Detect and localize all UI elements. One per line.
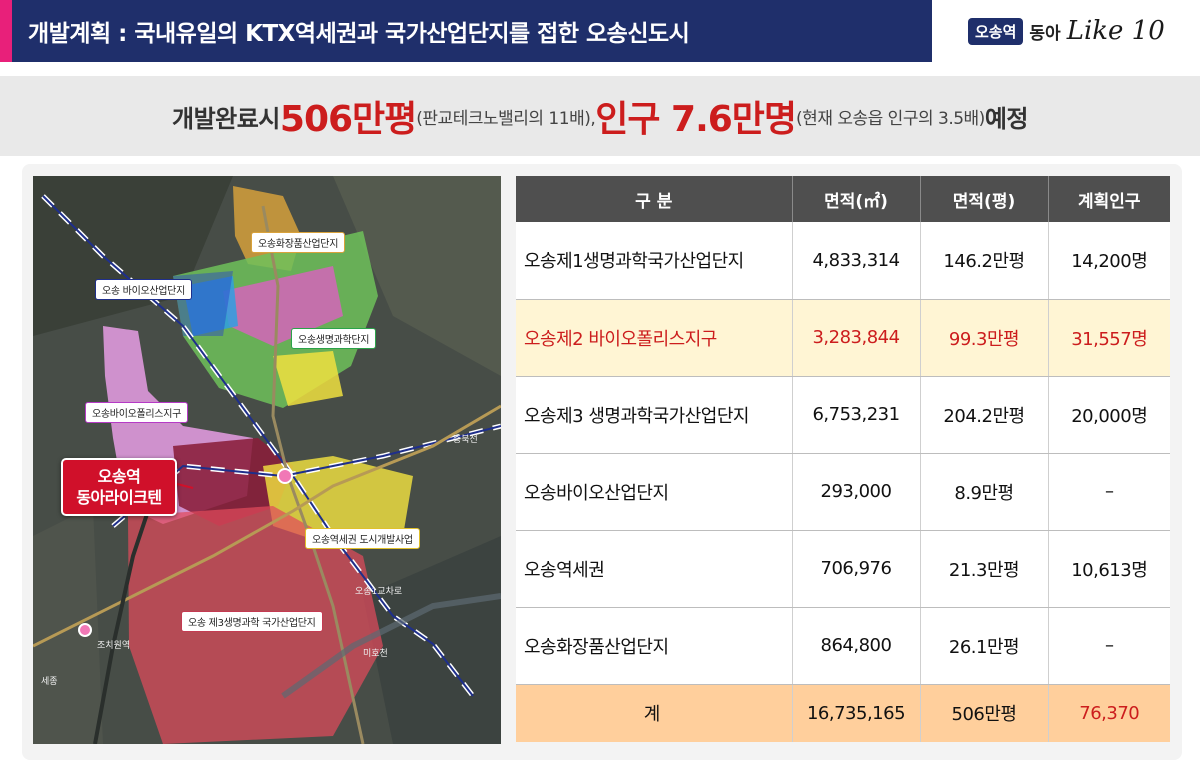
summary-prefix: 개발완료시 — [171, 104, 280, 133]
site-callout: 오송역 동아라이크텐 — [61, 458, 177, 516]
map-label-biopolis: 오송바이오폴리스지구 — [85, 402, 189, 423]
row-area-pyeong: 21.3만평 — [920, 530, 1049, 608]
summary-suffix: 예정 — [984, 104, 1029, 133]
row-name: 오송바이오산업단지 — [516, 453, 793, 531]
summary-pop-value: 인구 7.6만명 — [595, 99, 797, 140]
development-table: 구 분 면적(㎡) 면적(평) 계획인구 오송제1생명과학국가산업단지 4,83… — [516, 176, 1170, 742]
total-area-pyeong: 506만평 — [920, 684, 1049, 742]
row-name: 오송제3 생명과학국가산업단지 — [516, 376, 793, 454]
table-row: 오송제1생명과학국가산업단지 4,833,314 146.2만평 14,200명 — [516, 222, 1170, 300]
row-area-sqm: 706,976 — [792, 530, 921, 608]
header-bar: 개발계획 : 국내유일의 KTX역세권과 국가산업단지를 접한 오송신도시 — [0, 0, 932, 62]
map-label-cosmetic-complex: 오송화장품산업단지 — [251, 232, 346, 253]
map-place-chungbuk-line: 충북선 — [453, 435, 478, 445]
summary-area-note: (판교테크노밸리의 11배), — [416, 108, 596, 129]
map-label-third-complex: 오송 제3생명과학 국가산업단지 — [181, 611, 323, 632]
col-header-population: 계획인구 — [1048, 176, 1170, 222]
row-population: – — [1048, 453, 1170, 531]
row-area-sqm: 864,800 — [792, 607, 921, 685]
row-area-pyeong: 146.2만평 — [920, 222, 1049, 300]
map-label-station-area: 오송역세권 도시개발사업 — [305, 528, 420, 549]
row-name: 오송화장품산업단지 — [516, 607, 793, 685]
row-area-pyeong: 8.9만평 — [920, 453, 1049, 531]
col-header-category: 구 분 — [516, 176, 793, 222]
table-row-highlighted: 오송제2 바이오폴리스지구 3,283,844 99.3만평 31,557명 — [516, 299, 1170, 377]
map-place-jochiwon-station: 조치원역 — [97, 641, 131, 651]
row-population: 10,613명 — [1048, 530, 1170, 608]
page-title: 개발계획 : 국내유일의 KTX역세권과 국가산업단지를 접한 오송신도시 — [28, 21, 690, 47]
map-place-osong-intersection: 오송1교차로 — [355, 587, 403, 597]
header-accent — [0, 0, 12, 62]
row-name: 오송역세권 — [516, 530, 793, 608]
callout-line2: 동아라이크텐 — [76, 488, 162, 507]
row-population: 14,200명 — [1048, 222, 1170, 300]
brand-name: 동아 — [1029, 23, 1061, 44]
summary-area-value: 506만평 — [279, 99, 417, 140]
map-place-mihocheon: 미호천 — [363, 649, 388, 659]
col-header-area-sqm: 면적(㎡) — [792, 176, 921, 222]
table-row: 오송역세권 706,976 21.3만평 10,613명 — [516, 530, 1170, 608]
table-row: 오송바이오산업단지 293,000 8.9만평 – — [516, 453, 1170, 531]
total-label: 계 — [516, 684, 793, 742]
map-place-sejong: 세종 — [41, 677, 58, 687]
row-area-sqm: 6,753,231 — [792, 376, 921, 454]
row-population: – — [1048, 607, 1170, 685]
summary-band: 개발완료시 506만평 (판교테크노밸리의 11배), 인구 7.6만명 (현재… — [0, 76, 1200, 156]
table-total-row: 계 16,735,165 506만평 76,370 — [516, 684, 1170, 742]
callout-line1: 오송역 — [97, 467, 141, 486]
map-label-bio-industrial: 오송 바이오산업단지 — [95, 279, 192, 300]
table-row: 오송화장품산업단지 864,800 26.1만평 – — [516, 607, 1170, 685]
row-area-pyeong: 99.3만평 — [920, 299, 1049, 377]
table-header-row: 구 분 면적(㎡) 면적(평) 계획인구 — [516, 176, 1170, 222]
col-header-area-pyeong: 면적(평) — [920, 176, 1049, 222]
row-area-pyeong: 204.2만평 — [920, 376, 1049, 454]
row-name: 오송제2 바이오폴리스지구 — [516, 299, 793, 377]
brand-logo: 오송역 동아 Like 10 — [968, 14, 1165, 48]
row-area-sqm: 3,283,844 — [792, 299, 921, 377]
row-name: 오송제1생명과학국가산업단지 — [516, 222, 793, 300]
map-label-science-complex: 오송생명과학단지 — [291, 328, 377, 349]
aerial-map: 오송화장품산업단지 오송 바이오산업단지 오송생명과학단지 오송바이오폴리스지구… — [33, 176, 501, 744]
brand-script-logo: Like 10 — [1066, 16, 1165, 46]
row-area-sqm: 4,833,314 — [792, 222, 921, 300]
row-area-pyeong: 26.1만평 — [920, 607, 1049, 685]
brand-badge: 오송역 — [968, 17, 1024, 45]
row-population: 31,557명 — [1048, 299, 1170, 377]
total-area-sqm: 16,735,165 — [792, 684, 921, 742]
table-row: 오송제3 생명과학국가산업단지 6,753,231 204.2만평 20,000… — [516, 376, 1170, 454]
summary-pop-note: (현재 오송읍 인구의 3.5배) — [796, 108, 985, 129]
row-population: 20,000명 — [1048, 376, 1170, 454]
total-population: 76,370 — [1048, 684, 1170, 742]
row-area-sqm: 293,000 — [792, 453, 921, 531]
